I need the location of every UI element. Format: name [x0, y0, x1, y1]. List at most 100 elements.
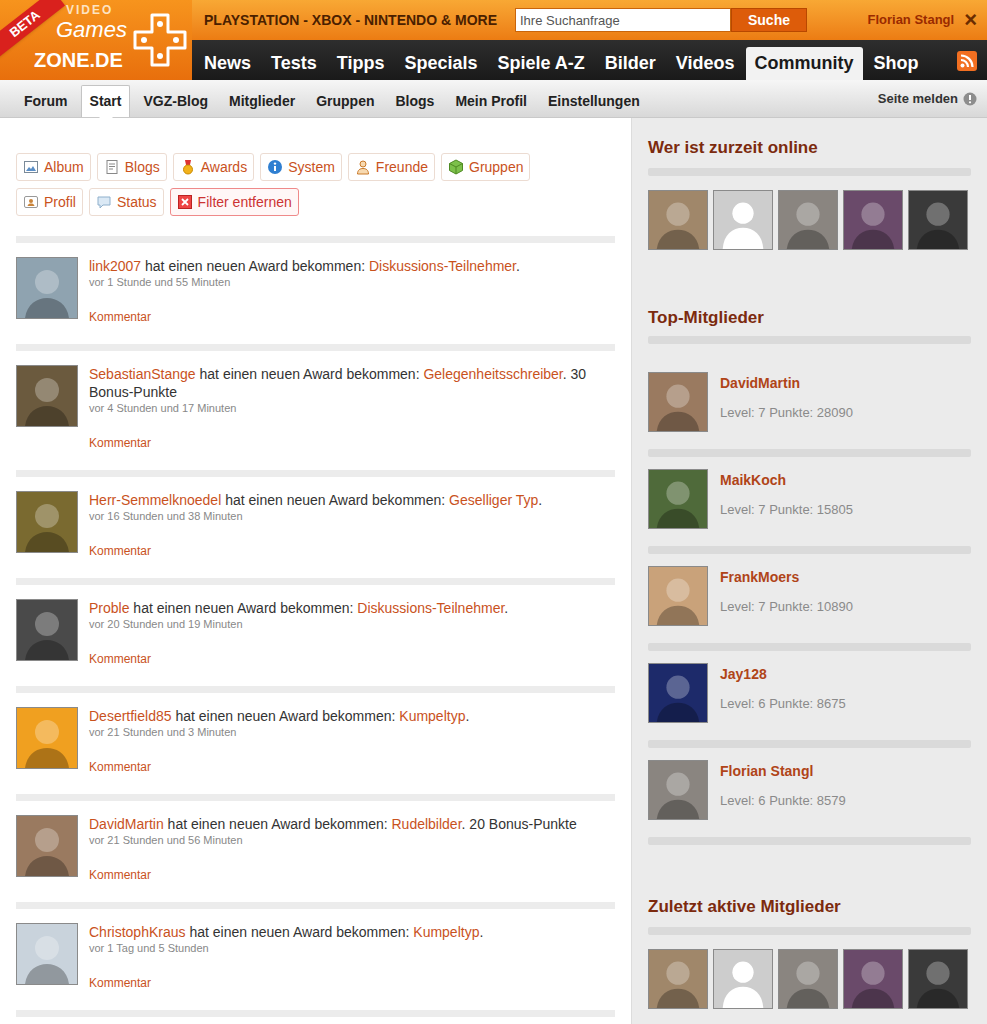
member-name[interactable]: Jay128	[720, 665, 846, 683]
comment-link[interactable]: Kommentar	[89, 975, 151, 991]
top-member[interactable]: Jay128Level: 6 Punkte: 8675	[648, 651, 971, 740]
filter-button[interactable]: Profil	[16, 188, 83, 216]
sub-nav-item[interactable]: VGZ-Blog	[135, 85, 216, 117]
nav-item[interactable]: Tests	[262, 47, 326, 80]
nav-item[interactable]: Specials	[395, 47, 486, 80]
avatar[interactable]	[16, 257, 78, 319]
sub-nav-item[interactable]: Mitglieder	[221, 85, 303, 117]
comment-link[interactable]: Kommentar	[89, 309, 151, 325]
sub-nav-item[interactable]: Start	[81, 85, 131, 117]
logo[interactable]: VIDEOGamesZONE.DEBETA	[0, 0, 192, 80]
report-page-link[interactable]: Seite melden	[878, 89, 977, 109]
filter-button[interactable]: Status	[89, 188, 164, 216]
search-input[interactable]	[515, 8, 731, 32]
avatar[interactable]	[713, 190, 773, 250]
nav-item[interactable]: Shop	[865, 47, 928, 80]
separator	[648, 449, 971, 457]
sub-nav-item[interactable]: Gruppen	[308, 85, 382, 117]
sub-nav-item[interactable]: Einstellungen	[540, 85, 648, 117]
member-name[interactable]: FrankMoers	[720, 568, 853, 586]
search-button[interactable]: Suche	[731, 8, 807, 32]
member-name[interactable]: Florian Stangl	[720, 762, 846, 780]
avatar[interactable]	[648, 566, 708, 626]
avatar[interactable]	[16, 599, 78, 661]
user-link[interactable]: DavidMartin	[89, 816, 164, 832]
avatar[interactable]	[843, 949, 903, 1009]
award-link[interactable]: Geselliger Typ	[449, 492, 538, 508]
nav-item[interactable]: Bilder	[596, 47, 665, 80]
tagline: PLAYSTATION - XBOX - NINTENDO & MORE	[204, 10, 497, 31]
sub-nav: ForumStartVGZ-BlogMitgliederGruppenBlogs…	[0, 80, 987, 118]
top-member[interactable]: Florian StanglLevel: 6 Punkte: 8579	[648, 748, 971, 837]
header-bars: PLAYSTATION - XBOX - NINTENDO & MORE Such…	[192, 0, 987, 80]
comment-link[interactable]: Kommentar	[89, 759, 151, 775]
comment-link[interactable]: Kommentar	[89, 867, 151, 883]
avatar[interactable]	[778, 949, 838, 1009]
avatar[interactable]	[908, 949, 968, 1009]
activity-verb: hat einen neuen Award bekommen:	[145, 258, 365, 274]
avatar[interactable]	[16, 707, 78, 769]
main: AlbumBlogsAwardsSystemFreundeGruppen Prof…	[0, 118, 987, 1024]
comment-link[interactable]: Kommentar	[89, 651, 151, 667]
top-member[interactable]: DavidMartinLevel: 7 Punkte: 28090	[648, 344, 971, 449]
avatar[interactable]	[713, 949, 773, 1009]
member-info: MaikKochLevel: 7 Punkte: 15805	[720, 469, 853, 529]
filter-row: AlbumBlogsAwardsSystemFreundeGruppen	[16, 153, 615, 181]
avatar[interactable]	[648, 469, 708, 529]
nav-item[interactable]: News	[195, 47, 260, 80]
filter-button[interactable]: Awards	[173, 153, 254, 181]
award-link[interactable]: Kumpeltyp	[413, 924, 479, 940]
activity-text: SebastianStange hat einen neuen Award be…	[89, 365, 615, 401]
filter-button[interactable]: System	[260, 153, 342, 181]
avatar[interactable]	[648, 949, 708, 1009]
filter-button[interactable]: Blogs	[97, 153, 167, 181]
avatar[interactable]	[16, 365, 78, 427]
nav-item[interactable]: Spiele A-Z	[488, 47, 593, 80]
avatar[interactable]	[648, 372, 708, 432]
medal-icon	[180, 159, 196, 175]
avatar[interactable]	[778, 190, 838, 250]
avatar[interactable]	[16, 923, 78, 985]
separator	[648, 740, 971, 748]
sub-nav-item[interactable]: Mein Profil	[447, 85, 535, 117]
member-name[interactable]: DavidMartin	[720, 374, 853, 392]
sub-nav-item[interactable]: Forum	[16, 85, 76, 117]
filter-button[interactable]: Freunde	[348, 153, 435, 181]
member-name[interactable]: MaikKoch	[720, 471, 853, 489]
separator	[648, 168, 971, 176]
user-link[interactable]: link2007	[89, 258, 141, 274]
activity-time: vor 20 Stunden und 19 Minuten	[89, 617, 615, 631]
activity-punct: .	[465, 708, 469, 724]
award-link[interactable]: Diskussions-Teilnehmer	[369, 258, 516, 274]
user-link[interactable]: Desertfield85	[89, 708, 172, 724]
nav-item[interactable]: Community	[746, 47, 863, 80]
avatar[interactable]	[908, 190, 968, 250]
user-link[interactable]: Proble	[89, 600, 129, 616]
award-link[interactable]: Rudelbilder	[392, 816, 462, 832]
sub-nav-item[interactable]: Blogs	[387, 85, 442, 117]
user-link[interactable]: SebastianStange	[89, 366, 196, 382]
user-link[interactable]: ChristophKraus	[89, 924, 186, 940]
avatar[interactable]	[16, 815, 78, 877]
close-button[interactable]: ×	[964, 9, 977, 31]
filter-button[interactable]: Album	[16, 153, 91, 181]
user-name[interactable]: Florian Stangl	[867, 10, 954, 30]
avatar[interactable]	[16, 491, 78, 553]
nav-item[interactable]: Videos	[667, 47, 744, 80]
activity-item: Herr-Semmelknoedel hat einen neuen Award…	[16, 477, 615, 578]
top-member[interactable]: MaikKochLevel: 7 Punkte: 15805	[648, 457, 971, 546]
nav-item[interactable]: Tipps	[328, 47, 394, 80]
avatar[interactable]	[648, 663, 708, 723]
filter-button[interactable]: Filter entfernen	[170, 188, 299, 216]
award-link[interactable]: Diskussions-Teilnehmer	[357, 600, 504, 616]
filter-button[interactable]: Gruppen	[441, 153, 530, 181]
avatar[interactable]	[648, 190, 708, 250]
award-link[interactable]: Kumpeltyp	[399, 708, 465, 724]
comment-link[interactable]: Kommentar	[89, 543, 151, 559]
avatar[interactable]	[648, 760, 708, 820]
comment-link[interactable]: Kommentar	[89, 435, 151, 451]
avatar[interactable]	[843, 190, 903, 250]
user-link[interactable]: Herr-Semmelknoedel	[89, 492, 221, 508]
top-member[interactable]: FrankMoersLevel: 7 Punkte: 10890	[648, 554, 971, 643]
award-link[interactable]: Gelegenheitsschreiber	[423, 366, 562, 382]
